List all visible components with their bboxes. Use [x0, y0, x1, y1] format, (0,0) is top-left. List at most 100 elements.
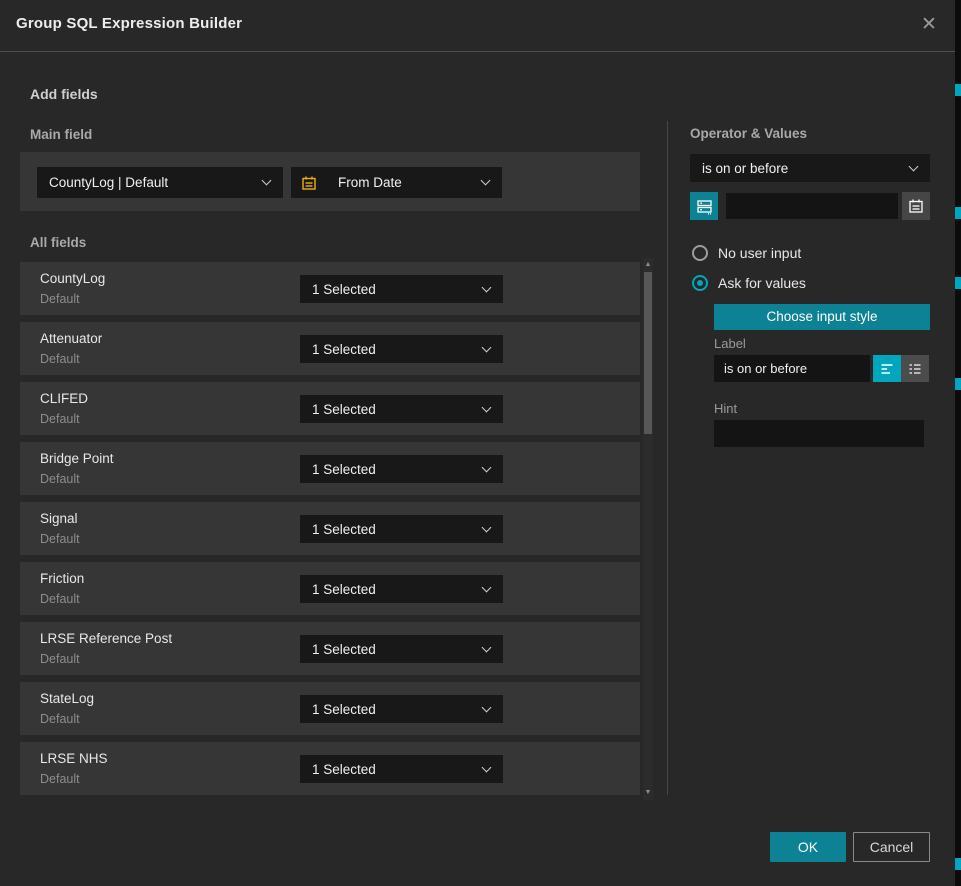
radio-checked-icon[interactable] — [692, 275, 708, 291]
input-style-list-toggle[interactable] — [901, 355, 929, 382]
choose-input-style-button[interactable]: Choose input style — [714, 304, 930, 330]
field-row: LRSE Reference Post Default 1 Selected — [20, 622, 640, 675]
background-accent-fragment — [955, 858, 961, 870]
field-subtitle: Default — [40, 472, 80, 486]
chevron-down-icon — [482, 462, 492, 472]
field-name: CountyLog — [40, 271, 105, 286]
chevron-down-icon — [482, 342, 492, 352]
align-left-lines-icon — [879, 361, 895, 377]
field-name: Attenuator — [40, 331, 102, 346]
scrollbar-thumb[interactable] — [644, 272, 652, 434]
all-fields-list: CountyLog Default 1 Selected Attenuator … — [20, 262, 640, 802]
field-name: StateLog — [40, 691, 94, 706]
chevron-down-icon — [482, 522, 492, 532]
chevron-down-icon — [482, 282, 492, 292]
stacked-values-icon — [696, 198, 713, 215]
field-subtitle: Default — [40, 412, 80, 426]
radio-ask-for-values-label: Ask for values — [718, 275, 806, 291]
main-field-heading: Main field — [30, 127, 92, 142]
radio-ask-for-values[interactable]: Ask for values — [692, 275, 806, 291]
all-fields-heading: All fields — [30, 235, 86, 250]
hint-input[interactable] — [714, 420, 924, 447]
close-icon[interactable]: ✕ — [917, 13, 941, 37]
input-style-single-toggle[interactable] — [873, 355, 901, 382]
field-row: Bridge Point Default 1 Selected — [20, 442, 640, 495]
field-row: Signal Default 1 Selected — [20, 502, 640, 555]
label-input[interactable] — [714, 355, 870, 382]
chevron-down-icon — [481, 176, 491, 186]
main-field-date-value: From Date — [326, 175, 474, 190]
field-row: Friction Default 1 Selected — [20, 562, 640, 615]
field-name: LRSE Reference Post — [40, 631, 172, 646]
field-subtitle: Default — [40, 652, 80, 666]
group-sql-expression-builder-dialog: Group SQL Expression Builder ✕ Add field… — [0, 0, 961, 886]
hint-caption: Hint — [714, 401, 737, 416]
field-selected-value: 1 Selected — [300, 342, 475, 357]
date-picker-button[interactable] — [902, 192, 930, 220]
background-accent-fragment — [955, 84, 961, 96]
field-selected-value: 1 Selected — [300, 402, 475, 417]
field-name: LRSE NHS — [40, 751, 108, 766]
add-fields-heading: Add fields — [30, 86, 98, 102]
field-selected-dropdown[interactable]: 1 Selected — [300, 515, 503, 543]
field-selected-dropdown[interactable]: 1 Selected — [300, 575, 503, 603]
field-name: Bridge Point — [40, 451, 114, 466]
background-app-edge — [955, 0, 961, 886]
field-selected-dropdown[interactable]: 1 Selected — [300, 455, 503, 483]
field-subtitle: Default — [40, 772, 80, 786]
ok-button[interactable]: OK — [770, 832, 846, 862]
panel-divider — [667, 121, 668, 795]
main-field-date-dropdown[interactable]: From Date — [291, 167, 502, 198]
field-selected-value: 1 Selected — [300, 522, 475, 537]
field-row: StateLog Default 1 Selected — [20, 682, 640, 735]
scroll-up-icon[interactable]: ▲ — [643, 260, 653, 270]
field-selected-dropdown[interactable]: 1 Selected — [300, 395, 503, 423]
radio-unchecked-icon[interactable] — [692, 245, 708, 261]
radio-no-user-input[interactable]: No user input — [692, 245, 801, 261]
field-name: CLIFED — [40, 391, 88, 406]
background-accent-fragment — [955, 277, 961, 289]
operator-values-heading: Operator & Values — [690, 126, 807, 141]
background-accent-fragment — [955, 207, 961, 219]
field-row: Attenuator Default 1 Selected — [20, 322, 640, 375]
field-selected-dropdown[interactable]: 1 Selected — [300, 635, 503, 663]
chevron-down-icon — [262, 176, 272, 186]
operator-dropdown[interactable]: is on or before — [690, 154, 930, 182]
chevron-down-icon — [482, 642, 492, 652]
field-name: Friction — [40, 571, 84, 586]
field-selected-value: 1 Selected — [300, 762, 475, 777]
field-subtitle: Default — [40, 352, 80, 366]
field-row: LRSE NHS Default 1 Selected — [20, 742, 640, 795]
calendar-icon — [908, 198, 924, 214]
scroll-down-icon[interactable]: ▼ — [643, 788, 653, 798]
chevron-down-icon — [482, 402, 492, 412]
date-value-input[interactable] — [726, 193, 898, 219]
bullet-list-icon — [907, 361, 923, 377]
field-selected-value: 1 Selected — [300, 282, 475, 297]
dialog-title: Group SQL Expression Builder — [16, 15, 242, 32]
main-field-container: CountyLog | Default From Date — [20, 152, 640, 211]
field-row: CLIFED Default 1 Selected — [20, 382, 640, 435]
field-selected-value: 1 Selected — [300, 702, 475, 717]
chevron-down-icon — [482, 702, 492, 712]
field-selected-dropdown[interactable]: 1 Selected — [300, 335, 503, 363]
background-accent-fragment — [955, 378, 961, 390]
field-selected-dropdown[interactable]: 1 Selected — [300, 275, 503, 303]
field-selected-dropdown[interactable]: 1 Selected — [300, 755, 503, 783]
field-selected-dropdown[interactable]: 1 Selected — [300, 695, 503, 723]
field-name: Signal — [40, 511, 78, 526]
dialog-titlebar: Group SQL Expression Builder ✕ — [0, 0, 955, 52]
fields-scrollbar[interactable]: ▲ ▼ — [643, 258, 653, 800]
chevron-down-icon — [909, 161, 919, 171]
chevron-down-icon — [482, 762, 492, 772]
value-type-toggle-button[interactable] — [690, 192, 718, 220]
field-subtitle: Default — [40, 712, 80, 726]
field-selected-value: 1 Selected — [300, 642, 475, 657]
field-subtitle: Default — [40, 292, 80, 306]
field-row: CountyLog Default 1 Selected — [20, 262, 640, 315]
cancel-button[interactable]: Cancel — [853, 832, 930, 862]
main-field-source-dropdown[interactable]: CountyLog | Default — [37, 167, 283, 198]
main-field-source-value: CountyLog | Default — [37, 175, 255, 190]
chevron-down-icon — [482, 582, 492, 592]
label-caption: Label — [714, 336, 746, 351]
